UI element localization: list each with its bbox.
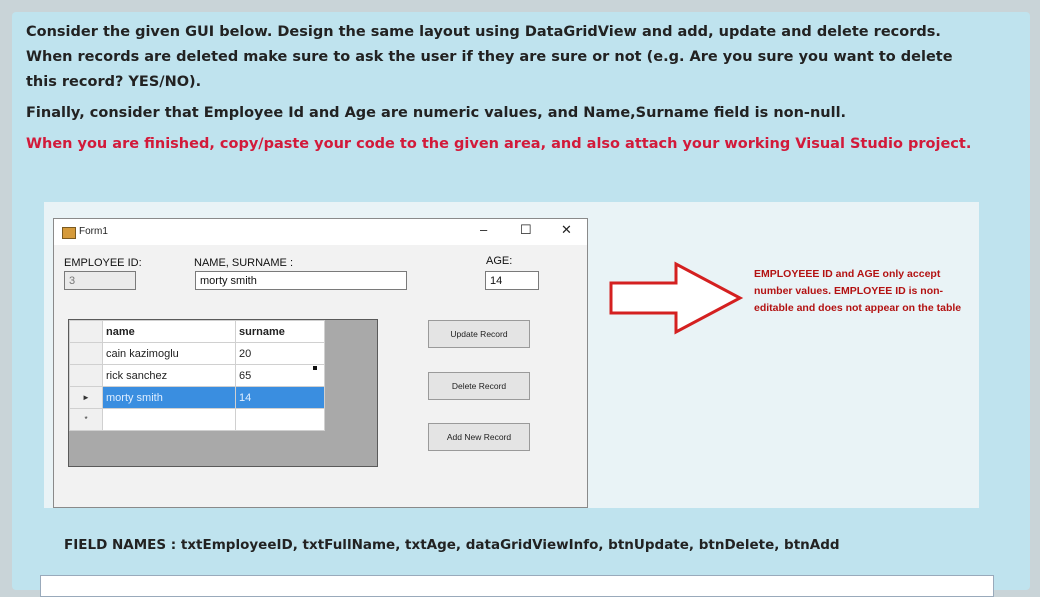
question-text: Consider the given GUI below. Design the…	[26, 20, 986, 157]
row-header	[69, 320, 103, 343]
cell-surname[interactable]: 65	[235, 364, 325, 387]
question-line-1: Consider the given GUI below. Design the…	[26, 24, 953, 90]
title-bar: Form1 – ☐ ✕	[54, 219, 587, 245]
cell-surname[interactable]	[235, 408, 325, 431]
employee-id-field[interactable]: 3	[64, 271, 136, 290]
cell-surname[interactable]: 20	[235, 342, 325, 365]
new-row[interactable]: *	[69, 408, 325, 431]
cell-name[interactable]	[102, 408, 236, 431]
grid-glyph-icon	[313, 366, 317, 370]
cell-surname[interactable]: 14	[235, 386, 325, 409]
new-row-marker-icon[interactable]: *	[69, 408, 103, 431]
answer-area[interactable]	[40, 575, 994, 597]
cell-name[interactable]: rick sanchez	[102, 364, 236, 387]
name-surname-field[interactable]: morty smith	[195, 271, 407, 290]
cell-name[interactable]: cain kazimoglu	[102, 342, 236, 365]
update-record-button[interactable]: Update Record	[428, 320, 530, 348]
column-header-name[interactable]: name	[102, 320, 236, 343]
annotation-note: EMPLOYEEE ID and AGE only accept number …	[754, 268, 962, 314]
maximize-button[interactable]: ☐	[520, 222, 532, 238]
delete-record-button[interactable]: Delete Record	[428, 372, 530, 400]
form-window: Form1 – ☐ ✕ EMPLOYEE ID: 3 NAME, SURNAME…	[53, 218, 588, 508]
question-line-2: Finally, consider that Employee Id and A…	[26, 105, 847, 121]
name-surname-label: NAME, SURNAME :	[194, 257, 294, 269]
row-header[interactable]	[69, 342, 103, 365]
table-row[interactable]: rick sanchez 65	[69, 364, 325, 387]
field-names: FIELD NAMES : txtEmployeeID, txtFullName…	[64, 537, 840, 553]
arrow-right-icon	[609, 261, 744, 335]
form-title: Form1	[79, 226, 108, 237]
add-new-record-button[interactable]: Add New Record	[428, 423, 530, 451]
current-row-marker-icon[interactable]: ►	[69, 386, 103, 409]
grid-header-row: name surname	[69, 320, 325, 343]
employee-data-grid[interactable]: name surname cain kazimoglu 20 rick sanc…	[68, 319, 378, 467]
close-button[interactable]: ✕	[561, 222, 572, 238]
age-field[interactable]: 14	[485, 271, 539, 290]
table-row[interactable]: cain kazimoglu 20	[69, 342, 325, 365]
column-header-surname[interactable]: surname	[235, 320, 325, 343]
table-row-selected[interactable]: ► morty smith 14	[69, 386, 325, 409]
form-icon	[62, 227, 76, 239]
minimize-button[interactable]: –	[480, 222, 487, 237]
age-label: AGE:	[486, 255, 513, 267]
cell-name[interactable]: morty smith	[102, 386, 236, 409]
question-line-3: When you are finished, copy/paste your c…	[26, 136, 972, 152]
row-header[interactable]	[69, 364, 103, 387]
employee-id-label: EMPLOYEE ID:	[64, 257, 142, 269]
